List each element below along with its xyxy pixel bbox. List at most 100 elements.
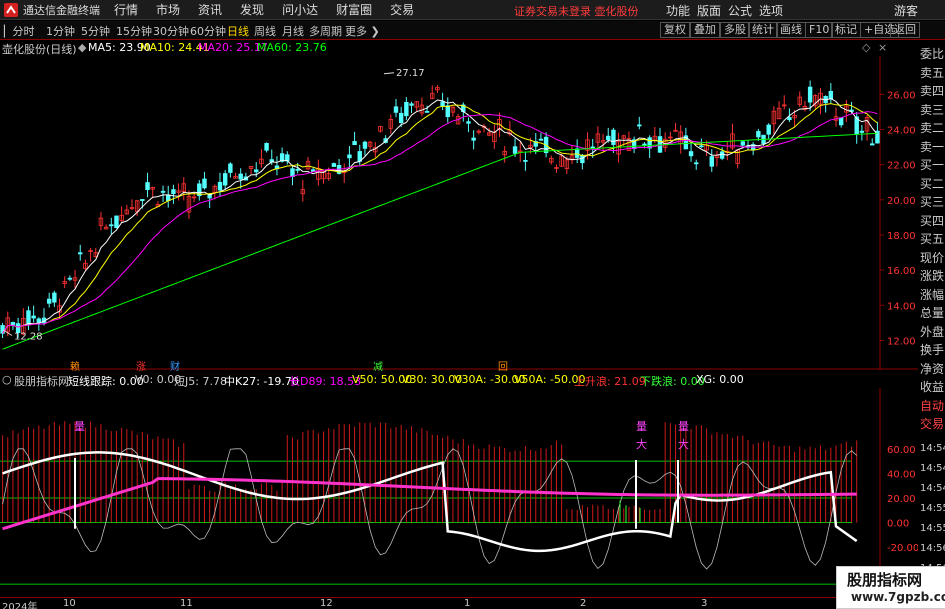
quote-field-label: 买一 [920,158,945,172]
indicator-value: XG: 0.00 [696,373,744,386]
candle-body [238,173,243,180]
period-tick[interactable]: ▏分时 [4,23,34,39]
month-label: 1 [464,598,471,609]
menu-ask[interactable]: 问小达 [282,1,318,18]
candle-body [523,159,528,162]
menu-market[interactable]: 市场 [156,1,180,18]
ind-tick-label: 20.00 [887,494,916,505]
menu-discover[interactable]: 发现 [240,1,264,18]
menu-wealth[interactable]: 财富圈 [336,1,372,18]
quote-field-label: 买三 [920,195,945,209]
period-60min[interactable]: 60分钟 [190,23,226,39]
quote-field-label: 净资 [920,361,945,376]
period-multi[interactable]: 多周期 [309,23,342,39]
back-button[interactable]: 返回 [890,22,920,38]
y-tick-label: 18.00 [887,231,916,242]
period-15min[interactable]: 15分钟 [116,23,152,39]
candle-body [694,162,699,165]
quote-field-label[interactable]: 自动 [920,397,944,414]
candle-body [331,163,337,167]
kline-chart[interactable]: 26.00 24.00 22.00 20.00 18.00 16.00 14.00 12.00… [0,56,918,370]
long-d-line [2,477,857,531]
candle-body [264,142,269,151]
candle-body [424,110,430,113]
f10-button[interactable]: F10 [805,22,834,38]
indicator-collapse-icon[interactable]: ○ [2,373,12,386]
period-30min[interactable]: 30分钟 [153,23,189,39]
watermark-url: www.7gpzb.com [851,590,945,604]
signal-label: 大 [678,437,689,451]
app-title: 通达信金融终端 [23,3,100,17]
quote-field-label: 卖二 [920,121,945,135]
menu-trade[interactable]: 交易 [390,1,414,18]
candle-body [254,169,259,173]
candle-body [807,86,813,103]
y-tick-label: 22.00 [887,161,916,172]
quote-field-label: 买五 [920,232,945,246]
candle-body [740,141,746,146]
guest-label[interactable]: 游客 [894,2,918,19]
candle-body [445,105,450,118]
mark-button[interactable]: 标记 [831,22,861,38]
indicator-value: 下跌浪: 0.00 [640,375,705,388]
login-warning[interactable]: 证券交易未登录 壶化股份 [514,3,639,19]
multistock-button[interactable]: 多股 [720,22,750,38]
tick-time: 14:55 [920,523,945,534]
chevron-right-icon: ❯ [370,25,380,38]
candle-body [404,101,409,117]
candle-body [78,252,83,255]
adjust-button[interactable]: 复权 [660,22,690,38]
ma-settings-icon[interactable]: ◆ [78,41,86,54]
period-5min[interactable]: 5分钟 [81,23,110,39]
month-label: 2 [580,598,587,609]
event-marker[interactable]: 涨 [136,358,146,373]
candle-body [67,277,73,280]
candle-body [870,143,875,146]
candle-body [31,315,36,319]
indicator-chart[interactable]: 60.0040.0020.000.00-20.00-40.00量量大量大 [0,388,918,596]
candle-body [471,137,476,141]
period-more[interactable]: 更多 ❯ [345,23,380,39]
indicator-name[interactable]: 股朋指标网 [14,373,69,389]
candle-body [347,154,352,159]
menu-formula[interactable]: 公式 [728,2,752,19]
high-price-pointer [383,72,395,75]
quote-field-label: 卖三 [920,102,945,117]
menu-function[interactable]: 功能 [666,2,690,19]
y-tick-label: 24.00 [887,126,916,137]
candle-body [202,178,207,189]
quote-field-label: 现价 [920,250,945,265]
low-price-label: 12.28 [14,332,43,343]
event-marker[interactable]: 财 [170,358,180,373]
quote-field-label: 涨跌 [920,269,945,283]
collapse-icon[interactable]: ◇ [862,41,870,54]
overlay-button[interactable]: 叠加 [690,22,720,38]
indicator-value: 上升浪: 21.09 [574,375,646,388]
stats-button[interactable]: 统计 [748,22,778,38]
event-marker[interactable]: 回 [498,358,508,373]
draw-button[interactable]: 画线 [776,22,806,38]
period-1min[interactable]: 1分钟 [46,23,75,39]
menu-options[interactable]: 选项 [759,2,783,19]
candle-body [26,310,31,325]
quote-field-label[interactable]: 交易 [920,415,944,432]
candle-body [637,124,642,127]
signal-label: 大 [636,437,647,451]
period-weekly[interactable]: 周线 [254,23,276,39]
site-watermark: 股朋指标网 www.7gpzb.com [836,566,945,609]
candle-body [393,106,399,113]
stock-title: 壶化股份(日线) [2,43,77,56]
close-icon[interactable]: × [878,41,887,54]
menu-quotes[interactable]: 行情 [114,1,138,18]
indicator-value: 中K27: -19.70 [224,375,299,388]
menu-news[interactable]: 资讯 [198,1,222,18]
quote-field-label: 卖四 [920,84,945,98]
candle-body [36,318,42,324]
candle-body [160,190,166,193]
event-marker[interactable]: 减 [373,358,383,373]
event-marker[interactable]: 赖 [70,358,80,373]
period-monthly[interactable]: 月线 [282,23,304,39]
period-daily[interactable]: 日线 [227,23,249,39]
ind-tick-label: 60.00 [887,445,916,456]
menu-layout[interactable]: 版面 [697,2,721,19]
